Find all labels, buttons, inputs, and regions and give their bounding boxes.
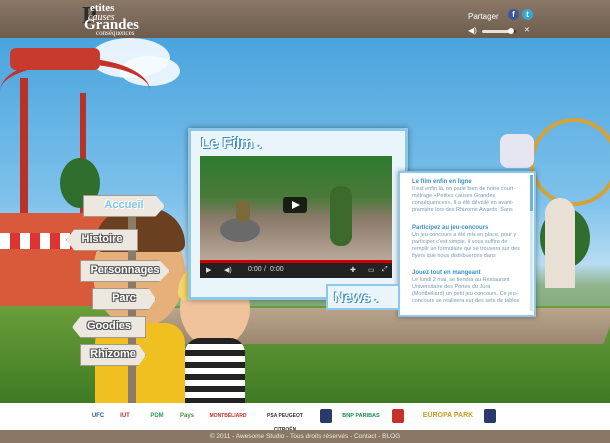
news-text: Un jeu concours a été mis en place, pour… bbox=[412, 232, 520, 259]
mute-icon[interactable]: ✕ bbox=[524, 26, 530, 34]
share-label: Partager bbox=[468, 12, 499, 21]
nav-parc-label: Parc bbox=[112, 292, 136, 304]
news-heading[interactable]: Participez au jeu-concours bbox=[412, 225, 524, 231]
crest-icon[interactable] bbox=[392, 409, 404, 423]
nav-accueil-label: Accueil bbox=[104, 199, 144, 211]
rocket-ride bbox=[545, 198, 575, 288]
current-time: 0:00 bbox=[248, 266, 262, 273]
volume-control[interactable]: ◀) ✕ bbox=[468, 26, 530, 36]
duration: 0:00 bbox=[270, 266, 284, 273]
girl-shirt bbox=[185, 338, 245, 403]
news-heading[interactable]: Le film enfin en ligne bbox=[412, 179, 524, 185]
character-figure bbox=[236, 200, 250, 222]
twitter-icon[interactable]: t bbox=[522, 9, 533, 20]
volume-level bbox=[482, 30, 510, 33]
footer-copyright[interactable]: © 2011 - Awesome Studio - Tous droits ré… bbox=[0, 430, 610, 443]
film-title: Le Film . bbox=[201, 135, 262, 152]
news-title: News . bbox=[334, 289, 379, 305]
nav-parc[interactable]: Parc bbox=[92, 288, 156, 310]
partner-logo[interactable]: Pays bbox=[176, 409, 198, 423]
partner-logo[interactable]: EUROPA PARK bbox=[418, 409, 478, 423]
partner-logo[interactable]: IUT bbox=[114, 409, 136, 423]
news-heading[interactable]: Jouez tout en mangeant bbox=[412, 270, 524, 276]
nav-goodies-label: Goodies bbox=[86, 320, 131, 332]
nav-personnages[interactable]: Personnages bbox=[80, 260, 170, 282]
news-text: Le lundi 2 mai, se tiendra au Restaurant… bbox=[412, 277, 520, 304]
nav-personnages-label: Personnages bbox=[90, 264, 160, 276]
news-list: Le film enfin en ligne Il est enfin là, … bbox=[398, 171, 536, 317]
ferris-wheel bbox=[530, 118, 610, 206]
film-panel: Le Film . ▶ ◀) 0:00 / 0:00 ✚ ▭ ⤢ bbox=[188, 128, 408, 300]
partner-logos-bar: UFC IUT PDM Pays MONTBÉLIARD PSA PEUGEOT… bbox=[0, 403, 610, 433]
speaker-icon[interactable]: ◀) bbox=[468, 26, 477, 35]
news-scrollbar-thumb[interactable] bbox=[530, 175, 533, 211]
video-player[interactable]: ▶ ◀) 0:00 / 0:00 ✚ ▭ ⤢ bbox=[200, 156, 392, 278]
time-separator: / bbox=[264, 266, 266, 273]
partner-logo[interactable]: MONTBÉLIARD bbox=[202, 409, 254, 423]
nav-goodies[interactable]: Goodies bbox=[72, 316, 146, 338]
partner-logo[interactable]: PSA PEUGEOT CITROËN bbox=[256, 409, 314, 433]
partner-logo[interactable]: BNP PARIBAS bbox=[338, 409, 384, 423]
progress-bar[interactable] bbox=[200, 260, 392, 263]
nav-histoire[interactable]: Histoire bbox=[66, 229, 138, 251]
nav-histoire-label: Histoire bbox=[81, 233, 123, 245]
news-text: Il est enfin là, on parle bien de notre … bbox=[412, 186, 516, 213]
youtube-icon[interactable]: ▭ bbox=[368, 266, 375, 274]
news-item[interactable]: Participez au jeu-concours Un jeu concou… bbox=[412, 225, 524, 260]
milk-bottle bbox=[500, 134, 534, 168]
news-item[interactable]: Le film enfin en ligne Il est enfin là, … bbox=[412, 179, 524, 214]
news-title-box: News . bbox=[326, 284, 400, 310]
volume-knob[interactable] bbox=[508, 28, 514, 34]
volume-icon[interactable]: ◀) bbox=[224, 266, 232, 274]
news-item[interactable]: Jouez tout en mangeant Le lundi 2 mai, s… bbox=[412, 270, 524, 305]
nav-accueil[interactable]: Accueil bbox=[83, 195, 165, 217]
coaster-train bbox=[10, 48, 100, 70]
play-button[interactable] bbox=[283, 197, 307, 213]
volume-slider[interactable] bbox=[482, 28, 516, 34]
partner-logo[interactable]: UFC bbox=[86, 409, 110, 423]
crest-icon[interactable] bbox=[320, 409, 332, 423]
site-logo[interactable]: P etites causes Grandes conséquences bbox=[82, 2, 152, 37]
video-controls: ▶ ◀) 0:00 / 0:00 ✚ ▭ ⤢ bbox=[200, 260, 392, 278]
play-icon[interactable]: ▶ bbox=[206, 266, 211, 274]
nav-rhizome-label: Rhizome bbox=[90, 348, 136, 360]
facebook-icon[interactable]: f bbox=[508, 9, 519, 20]
logo-line-4: conséquences bbox=[96, 29, 135, 37]
partner-logo[interactable]: PDM bbox=[142, 409, 172, 423]
top-bar: P etites causes Grandes conséquences Par… bbox=[0, 0, 610, 38]
character-figure bbox=[330, 186, 352, 246]
fullscreen-icon[interactable]: ⤢ bbox=[382, 266, 388, 274]
nav-rhizome[interactable]: Rhizome bbox=[80, 344, 146, 366]
crest-icon[interactable] bbox=[484, 409, 496, 423]
settings-icon[interactable]: ✚ bbox=[350, 266, 356, 274]
logo-capital-g: G bbox=[84, 17, 96, 33]
